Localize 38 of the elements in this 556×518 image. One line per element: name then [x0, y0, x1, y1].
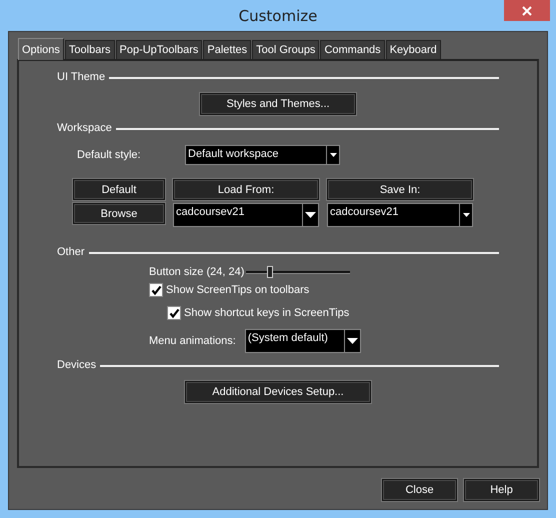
button-size-slider[interactable] [246, 266, 350, 278]
menu-animations-dropdown[interactable]: (System default) [244, 329, 361, 353]
section-heading: Workspace [57, 122, 112, 134]
close-button[interactable] [504, 0, 550, 21]
field-label: Menu animations: [149, 335, 236, 347]
section-heading: UI Theme [57, 71, 106, 83]
load-from-dropdown[interactable]: cadcoursev21 [173, 203, 319, 227]
save-in-button[interactable]: Save In: [327, 179, 473, 200]
tab[interactable]: Palettes [203, 40, 252, 59]
checkbox-label: Show shortcut keys in ScreenTips [184, 307, 350, 319]
section-heading: Other [57, 246, 85, 258]
dropdown-arrow-icon [462, 213, 470, 217]
dropdown-arrow-icon [346, 338, 358, 344]
dropdown-arrow-icon [305, 212, 316, 218]
checkbox[interactable] [149, 283, 163, 297]
tab[interactable]: Commands [320, 40, 385, 59]
help-button[interactable]: Help [464, 479, 539, 501]
tab[interactable]: Options [18, 38, 64, 60]
window-title: Customize [238, 6, 318, 24]
browse-button[interactable]: Browse [73, 203, 165, 224]
tab[interactable]: Toolbars [64, 40, 114, 59]
tab[interactable]: Pop-UpToolbars [116, 40, 202, 59]
default-style-dropdown[interactable]: Default workspace [185, 145, 340, 165]
tab[interactable]: Tool Groups [252, 40, 320, 59]
styles-button[interactable]: Styles and Themes... [200, 93, 356, 115]
save-in-dropdown[interactable]: cadcoursev21 [327, 203, 473, 227]
section-heading: Devices [57, 359, 96, 371]
load-from-button[interactable]: Load From: [173, 179, 319, 200]
slider-label: Button size (24, 24) [149, 266, 244, 278]
devices-setup-button[interactable]: Additional Devices Setup... [185, 381, 371, 403]
checkbox[interactable] [167, 306, 181, 320]
close-icon [521, 4, 533, 16]
dropdown-arrow-icon [330, 153, 336, 157]
field-label: Default style: [77, 149, 142, 161]
close-dialog-button[interactable]: Close [382, 479, 457, 501]
checkbox-label: Show ScreenTips on toolbars [166, 284, 310, 296]
default-button[interactable]: Default [73, 179, 165, 200]
tab[interactable]: Keyboard [386, 40, 441, 59]
